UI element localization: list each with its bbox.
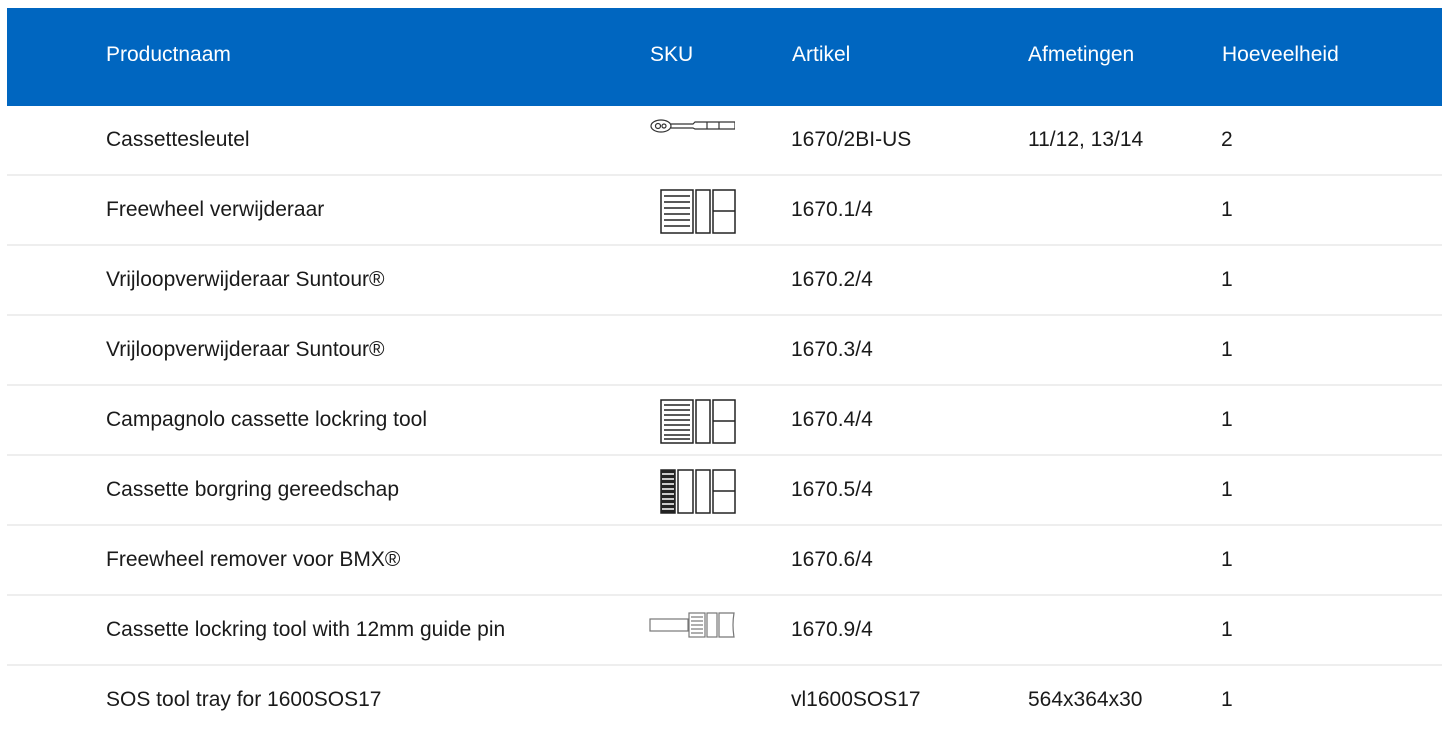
header-dimensions: Afmetingen	[1028, 43, 1135, 66]
quantity: 1	[1221, 198, 1233, 221]
article-number: 1670.9/4	[791, 618, 873, 641]
product-name: Vrijloopverwijderaar Suntour®	[106, 338, 385, 361]
table-row: SOS tool tray for 1600SOS17 vl1600SOS17 …	[7, 666, 1442, 736]
product-name: Freewheel verwijderaar	[106, 198, 325, 221]
table-row: Campagnolo cassette lockring tool 1670.4…	[7, 386, 1442, 456]
ratchet-wrench-icon	[650, 119, 735, 133]
header-article: Artikel	[792, 43, 851, 66]
article-number: 1670.2/4	[791, 268, 873, 291]
product-name: Freewheel remover voor BMX®	[106, 548, 401, 571]
quantity: 1	[1221, 338, 1233, 361]
table-row: Vrijloopverwijderaar Suntour® 1670.3/4 1	[7, 316, 1442, 386]
header-sku: SKU	[650, 43, 694, 66]
table-header: Productnaam SKU Artikel Afmetingen Hoeve…	[7, 8, 1442, 106]
article-number: vl1600SOS17	[791, 688, 921, 711]
quantity: 1	[1221, 688, 1233, 711]
product-name: Cassette lockring tool with 12mm guide p…	[106, 618, 506, 641]
article-number: 1670/2BI-US	[791, 128, 912, 151]
fine-splined-socket-icon	[660, 469, 736, 514]
quantity: 1	[1221, 548, 1233, 571]
dimensions: 11/12, 13/14	[1028, 128, 1144, 151]
splined-socket-icon	[660, 399, 736, 444]
table-row: Vrijloopverwijderaar Suntour® 1670.2/4 1	[7, 246, 1442, 316]
splined-socket-icon	[660, 189, 736, 234]
product-name: SOS tool tray for 1600SOS17	[106, 688, 382, 711]
table-row: Cassette borgring gereedschap 1670.5/4 1	[7, 456, 1442, 526]
article-number: 1670.6/4	[791, 548, 873, 571]
table-row: Cassettesleutel 1670/2BI-US 11/12, 13/14…	[7, 106, 1442, 176]
table-row: Freewheel verwijderaar 1670.1/4 1	[7, 176, 1442, 246]
quantity: 2	[1221, 128, 1233, 151]
quantity: 1	[1221, 408, 1233, 431]
header-product-name: Productnaam	[106, 43, 231, 66]
article-number: 1670.3/4	[791, 338, 873, 361]
table-row: Freewheel remover voor BMX® 1670.6/4 1	[7, 526, 1442, 596]
product-name: Campagnolo cassette lockring tool	[106, 408, 428, 431]
quantity: 1	[1221, 268, 1233, 291]
dimensions: 564x364x30	[1028, 688, 1143, 711]
header-quantity: Hoeveelheid	[1222, 43, 1339, 66]
article-number: 1670.5/4	[791, 478, 873, 501]
product-name: Cassettesleutel	[106, 128, 250, 151]
guide-pin-socket-icon	[649, 612, 735, 638]
quantity: 1	[1221, 478, 1233, 501]
product-name: Vrijloopverwijderaar Suntour®	[106, 268, 385, 291]
product-name: Cassette borgring gereedschap	[106, 478, 400, 501]
article-number: 1670.4/4	[791, 408, 873, 431]
product-table: Productnaam SKU Artikel Afmetingen Hoeve…	[7, 8, 1442, 736]
table-row: Cassette lockring tool with 12mm guide p…	[7, 596, 1442, 666]
quantity: 1	[1221, 618, 1233, 641]
article-number: 1670.1/4	[791, 198, 873, 221]
